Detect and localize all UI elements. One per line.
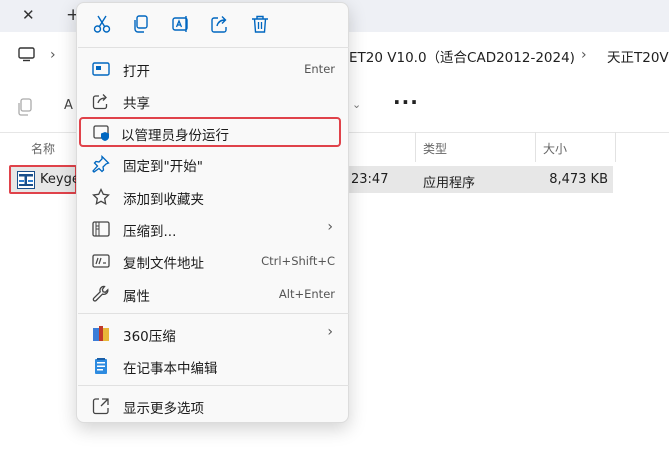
rename-icon[interactable]: [170, 13, 192, 35]
notepad-icon: [92, 357, 110, 375]
share-icon: [92, 92, 110, 110]
more-options-icon: [92, 397, 110, 415]
file-type: 应用程序: [423, 176, 476, 191]
column-divider[interactable]: [615, 132, 616, 162]
star-icon: [92, 187, 110, 206]
menu-item-360-compress[interactable]: 360压缩 ›: [81, 319, 345, 349]
menu-item-pin-to-start[interactable]: 固定到"开始": [81, 149, 345, 179]
column-divider[interactable]: [415, 132, 416, 162]
chevron-right-icon: ›: [327, 324, 333, 340]
close-tab-icon[interactable]: ✕: [22, 6, 35, 24]
column-name[interactable]: 名称: [31, 140, 55, 157]
this-pc-icon[interactable]: [18, 47, 35, 66]
path-icon: [92, 252, 110, 270]
menu-item-properties[interactable]: 属性 Alt+Enter: [81, 279, 345, 309]
menu-item-copy-path[interactable]: 复制文件地址 Ctrl+Shift+C: [81, 246, 345, 276]
column-type[interactable]: 类型: [423, 140, 447, 157]
menu-item-run-as-admin[interactable]: 以管理员身份运行: [79, 117, 341, 147]
menu-separator: [78, 47, 349, 48]
chevron-right-icon[interactable]: ›: [50, 47, 56, 63]
chevron-right-icon: ›: [327, 219, 333, 235]
archive-icon: [92, 325, 110, 343]
cut-icon[interactable]: [91, 13, 113, 35]
zip-icon: [92, 220, 110, 238]
menu-separator: [78, 385, 349, 386]
menu-item-add-favorites[interactable]: 添加到收藏夹: [81, 182, 345, 212]
column-divider[interactable]: [535, 132, 536, 162]
breadcrumb-folder[interactable]: ET20 V10.0（适合CAD2012-2024): [349, 46, 575, 66]
menu-separator: [78, 313, 349, 314]
menu-item-share[interactable]: 共享: [81, 86, 345, 116]
menu-item-open[interactable]: 打开 Enter: [81, 54, 345, 84]
delete-icon[interactable]: [249, 13, 271, 35]
wrench-icon: [92, 285, 110, 303]
menu-item-edit-in-notepad[interactable]: 在记事本中编辑: [81, 351, 345, 381]
share-icon[interactable]: [209, 13, 231, 35]
pin-icon: [92, 154, 110, 173]
more-button[interactable]: ···: [393, 90, 419, 114]
menu-item-compress-to[interactable]: 压缩到... ›: [81, 214, 345, 244]
chevron-right-icon[interactable]: ›: [581, 47, 587, 63]
file-size: 8,473 KB: [549, 172, 608, 187]
rename-icon[interactable]: A: [64, 98, 73, 113]
column-size[interactable]: 大小: [543, 140, 567, 157]
shield-icon: [93, 124, 111, 142]
open-icon: [92, 60, 110, 78]
file-name[interactable]: Keyge: [40, 172, 80, 187]
copy-icon[interactable]: [17, 98, 33, 120]
context-menu: 打开 Enter 共享 以管理员身份运行 固定到"开始" 添加到收藏夹 压缩到.…: [76, 2, 349, 423]
copy-icon[interactable]: [130, 13, 152, 35]
app-icon: [17, 171, 35, 193]
breadcrumb-subfolder[interactable]: 天正T20V: [607, 46, 669, 66]
file-modified-time: 23:47: [351, 172, 389, 187]
chevron-down-icon[interactable]: ⌄: [352, 98, 361, 111]
menu-item-show-more-options[interactable]: 显示更多选项: [81, 391, 345, 421]
